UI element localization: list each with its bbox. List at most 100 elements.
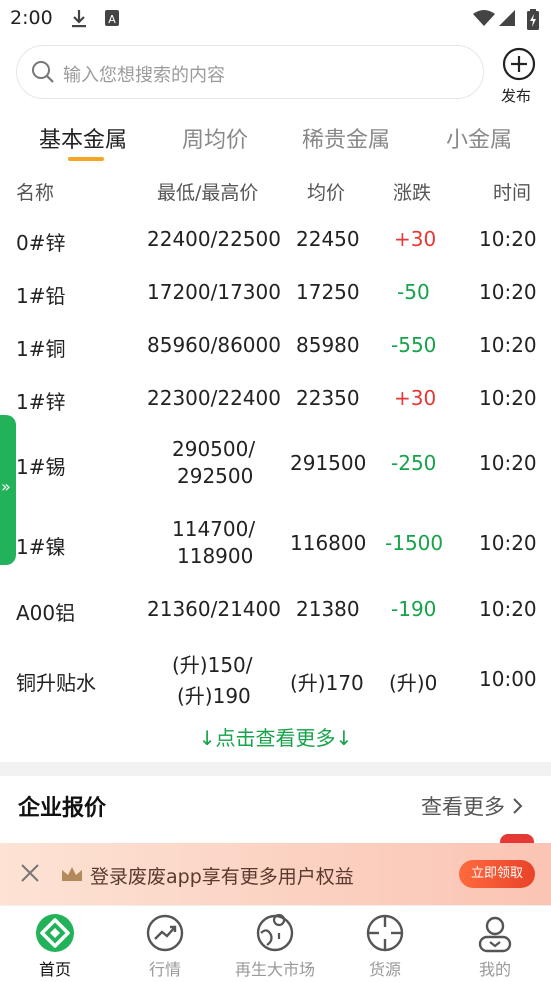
market-map-icon: [256, 913, 294, 952]
row-change: -50: [397, 280, 430, 304]
nav-supply-label: 货源: [368, 960, 401, 979]
download-icon: [72, 10, 86, 28]
double-chevron-right-icon: »: [1, 477, 11, 496]
row-name: 1#锌: [16, 390, 66, 414]
row-time: 10:20: [479, 597, 537, 621]
row-price-range: 17200/17300: [147, 280, 281, 304]
row-change: -250: [391, 451, 437, 475]
chevron-right-icon: [512, 798, 523, 814]
table-row[interactable]: 0#锌 22400/22500 22450 +30 10:20: [0, 220, 551, 272]
nav-supply[interactable]: 货源: [330, 906, 440, 982]
row-time: 10:00: [479, 667, 537, 691]
profile-icon: [478, 916, 512, 953]
tab-precious-metals[interactable]: 稀贵金属: [302, 122, 390, 154]
row-time: 10:20: [479, 333, 537, 357]
row-time: 10:20: [479, 227, 537, 251]
nav-home[interactable]: 首页: [0, 906, 110, 982]
table-row[interactable]: 铜升贴水 (升)150/ (升)190 (升)170 (升)0 10:00: [0, 644, 551, 722]
row-price-range-line1: 290500/: [172, 437, 256, 461]
row-name: 1#铜: [16, 337, 66, 361]
row-average: 85980: [296, 333, 360, 357]
row-price-range: 85960/86000: [147, 333, 281, 357]
login-promo-banner[interactable]: 登录废废app享有更多用户权益 立即领取: [0, 843, 551, 905]
crown-icon: [62, 867, 82, 881]
tab-minor-metals[interactable]: 小金属: [446, 122, 512, 154]
row-price-range-line2: 292500: [177, 464, 254, 488]
row-change: +30: [394, 386, 437, 410]
section-divider: [0, 762, 551, 776]
claim-now-button[interactable]: 立即领取: [459, 860, 535, 888]
tab-weekly-average[interactable]: 周均价: [182, 122, 248, 154]
enterprise-quotes-title: 企业报价: [18, 796, 107, 821]
status-bar: 2:00 A: [0, 0, 551, 36]
nav-recycle-market[interactable]: 再生大市场: [220, 906, 330, 982]
nav-recycle-market-label: 再生大市场: [234, 960, 315, 979]
publish-label: 发布: [501, 87, 532, 105]
table-row[interactable]: 1#铜 85960/86000 85980 -550 10:20: [0, 326, 551, 378]
promo-text: 登录废废app享有更多用户权益: [90, 866, 354, 888]
row-name: 铜升贴水: [16, 671, 96, 695]
enterprise-view-more[interactable]: 查看更多: [421, 791, 524, 821]
row-price-range: 22300/22400: [147, 386, 281, 410]
nav-profile-label: 我的: [478, 960, 511, 979]
target-icon: [366, 914, 404, 952]
row-change: -550: [391, 333, 437, 357]
signal-icon: [499, 10, 515, 26]
row-average: 22450: [296, 227, 360, 251]
add-circle-icon: [502, 47, 536, 81]
row-name: A00铝: [16, 601, 76, 625]
row-average: 116800: [290, 531, 367, 555]
row-price-range: 22400/22500: [147, 227, 281, 251]
row-name: 1#锡: [16, 455, 66, 479]
row-change: (升)0: [389, 671, 438, 695]
svg-text:A: A: [108, 13, 116, 26]
nav-home-label: 首页: [38, 960, 71, 979]
header-change: 涨跌: [393, 182, 432, 204]
row-time: 10:20: [479, 451, 537, 475]
row-name: 1#镍: [16, 535, 66, 559]
row-average: (升)170: [290, 671, 364, 695]
row-time: 10:20: [479, 531, 537, 555]
close-icon[interactable]: [20, 863, 40, 883]
row-name: 0#锌: [16, 231, 66, 255]
row-price-range-line2: (升)190: [177, 684, 251, 708]
row-price-range-line2: 118900: [177, 544, 254, 568]
row-average: 17250: [296, 280, 360, 304]
table-row[interactable]: 1#锡 290500/ 292500 291500 -250 10:20: [0, 434, 551, 512]
trend-icon: [146, 914, 184, 952]
header-price-range: 最低/最高价: [157, 182, 259, 204]
side-expand-tab[interactable]: »: [0, 415, 16, 565]
nav-profile[interactable]: 我的: [440, 906, 550, 982]
search-row: 输入您想搜索的内容 发布: [0, 40, 551, 106]
nav-market-label: 行情: [148, 960, 181, 979]
bottom-nav: 首页 行情 再生大市场 货源 我的: [0, 905, 551, 982]
view-more-link[interactable]: ↓点击查看更多↓: [0, 722, 551, 751]
row-average: 291500: [290, 451, 367, 475]
table-row[interactable]: 1#镍 114700/ 118900 116800 -1500 10:20: [0, 514, 551, 592]
publish-button[interactable]: 发布: [498, 45, 540, 105]
table-row[interactable]: 1#铅 17200/17300 17250 -50 10:20: [0, 273, 551, 325]
header-time: 时间: [493, 182, 532, 204]
table-row[interactable]: 1#锌 22300/22400 22350 +30 10:20: [0, 379, 551, 431]
category-tabs: 基本金属 周均价 稀贵金属 小金属: [0, 112, 551, 168]
row-change: +30: [394, 227, 437, 251]
row-average: 22350: [296, 386, 360, 410]
row-name: 1#铅: [16, 284, 66, 308]
header-name: 名称: [16, 182, 55, 204]
search-icon: [32, 61, 54, 83]
search-placeholder: 输入您想搜索的内容: [63, 65, 225, 86]
row-time: 10:20: [479, 386, 537, 410]
tab-basic-metals[interactable]: 基本金属: [39, 122, 127, 154]
table-row[interactable]: A00铝 21360/21400 21380 -190 10:20: [0, 593, 551, 645]
battery-charging-icon: [527, 9, 539, 30]
row-average: 21380: [296, 597, 360, 621]
row-change: -190: [391, 597, 437, 621]
keyboard-a-icon: A: [105, 10, 119, 26]
search-input[interactable]: 输入您想搜索的内容: [16, 45, 484, 99]
header-average: 均价: [307, 182, 346, 204]
row-change: -1500: [385, 531, 444, 555]
tab-indicator: [68, 157, 104, 161]
row-time: 10:20: [479, 280, 537, 304]
row-price-range: 21360/21400: [147, 597, 281, 621]
nav-market[interactable]: 行情: [110, 906, 220, 982]
